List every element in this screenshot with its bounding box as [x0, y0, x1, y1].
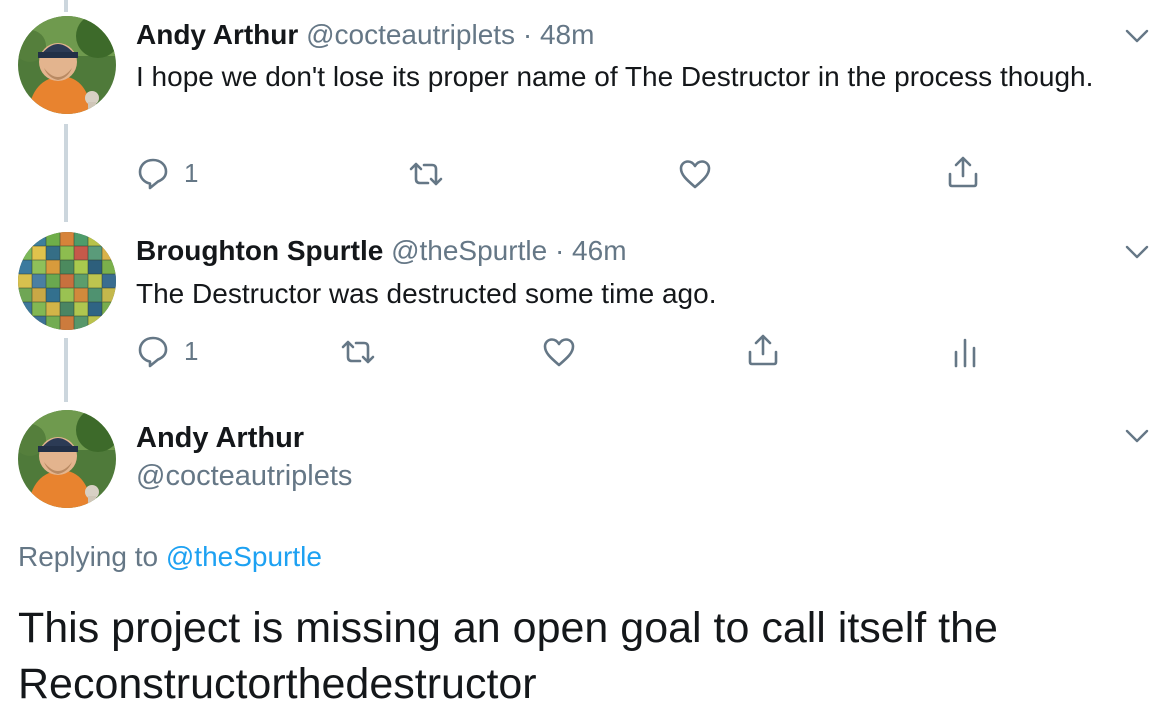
- timestamp[interactable]: 48m: [540, 19, 594, 50]
- replying-to: Replying to @theSpurtle: [18, 538, 322, 576]
- share-button[interactable]: [946, 154, 980, 190]
- separator: ·: [522, 19, 533, 50]
- analytics-button[interactable]: [952, 334, 978, 368]
- avatar[interactable]: [18, 410, 116, 508]
- tweet-header: Broughton Spurtle @theSpurtle · 46m: [136, 234, 627, 268]
- author-name[interactable]: Andy Arthur: [136, 420, 304, 456]
- chevron-down-icon[interactable]: [1124, 426, 1150, 446]
- tweet-text: I hope we don't lose its proper name of …: [136, 61, 1094, 92]
- like-button[interactable]: [542, 336, 576, 368]
- share-icon: [746, 332, 780, 368]
- share-icon: [946, 154, 980, 190]
- author-name[interactable]: Andy Arthur: [136, 19, 298, 50]
- reply-button[interactable]: 1: [136, 334, 198, 368]
- reply-count: 1: [184, 335, 199, 366]
- share-button[interactable]: [746, 332, 780, 368]
- author-handle[interactable]: @cocteautriplets: [136, 458, 352, 494]
- chevron-down-icon[interactable]: [1124, 26, 1150, 46]
- reply-icon: [136, 156, 170, 190]
- thread-line: [64, 0, 68, 12]
- heart-icon: [542, 336, 576, 368]
- retweet-button[interactable]: [340, 338, 376, 366]
- thread-line: [64, 124, 68, 222]
- author-handle[interactable]: @cocteautriplets: [306, 19, 515, 50]
- thread-line: [64, 338, 68, 402]
- avatar[interactable]: [18, 232, 116, 330]
- replying-prefix: Replying to: [18, 541, 159, 572]
- reply-icon: [136, 334, 170, 368]
- tweet-text: The Destructor was destructed some time …: [136, 278, 717, 309]
- chevron-down-icon[interactable]: [1124, 242, 1150, 262]
- retweet-button[interactable]: [408, 160, 444, 188]
- reply-button[interactable]: 1: [136, 156, 198, 190]
- tweet-text: This project is missing an open goal to …: [18, 604, 998, 708]
- heart-icon: [678, 158, 712, 190]
- analytics-icon: [952, 334, 978, 368]
- avatar[interactable]: [18, 16, 116, 114]
- author-name[interactable]: Broughton Spurtle: [136, 235, 383, 266]
- retweet-icon: [408, 160, 444, 188]
- separator: ·: [554, 235, 565, 266]
- reply-count: 1: [184, 157, 199, 188]
- replying-to-link[interactable]: @theSpurtle: [166, 541, 322, 572]
- timestamp[interactable]: 46m: [572, 235, 626, 266]
- tweet-header: Andy Arthur @cocteautriplets · 48m: [136, 18, 594, 52]
- author-handle[interactable]: @theSpurtle: [391, 235, 547, 266]
- like-button[interactable]: [678, 158, 712, 190]
- retweet-icon: [340, 338, 376, 366]
